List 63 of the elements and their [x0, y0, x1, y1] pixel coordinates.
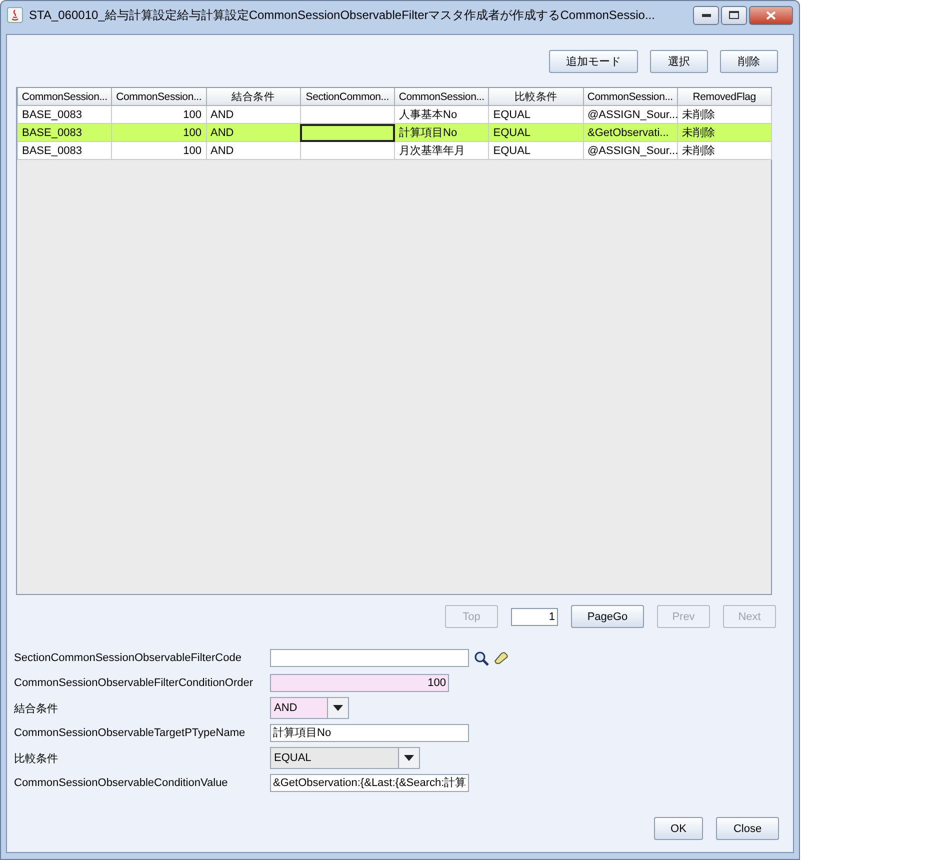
- minimize-button[interactable]: [693, 6, 719, 24]
- close-icon: [766, 10, 776, 20]
- table-cell: EQUAL: [488, 106, 583, 124]
- table-cell: 計算項目No: [394, 124, 489, 142]
- column-header[interactable]: SectionCommon...: [300, 88, 394, 106]
- maximize-icon: [729, 11, 739, 19]
- window-title: STA_060010_給与計算設定給与計算設定CommonSessionObservableFilterマスタ作成者が作成するCommonSessio...: [29, 6, 656, 24]
- table-cell: 未削除: [677, 124, 772, 142]
- maximize-button[interactable]: [721, 6, 747, 24]
- dropdown[interactable]: AND: [270, 697, 349, 719]
- toolbar-button[interactable]: 追加モード: [549, 50, 638, 73]
- table-cell: 人事基本No: [394, 106, 489, 124]
- table-row[interactable]: BASE_0083 100 AND 人事基本No EQUAL @ASSIGN_Sour... 未削除: [18, 106, 772, 124]
- field-label: CommonSessionObservableTargetPTypeName: [14, 727, 246, 739]
- toolbar-button[interactable]: 選択: [650, 50, 708, 73]
- table-cell: &GetObservati...: [583, 124, 678, 142]
- table-cell: 未削除: [677, 106, 772, 124]
- field-label: 結合条件: [14, 702, 59, 716]
- table-cell: AND: [206, 124, 300, 142]
- table-cell: 未削除: [677, 142, 772, 160]
- table-cell: AND: [206, 142, 300, 160]
- input-field[interactable]: &GetObservation:{&Last:{&Search:計算: [270, 774, 470, 792]
- dialog-button[interactable]: Close: [716, 817, 779, 840]
- table-row[interactable]: BASE_0083 100 AND 月次基準年月 EQUAL @ASSIGN_Sour... 未削除: [18, 142, 772, 160]
- field-label: CommonSessionObservableConditionValue: [14, 777, 229, 789]
- caret-icon: [404, 755, 414, 761]
- column-header[interactable]: CommonSession...: [394, 88, 489, 106]
- dialog-button[interactable]: OK: [654, 817, 703, 840]
- field-label: 比較条件: [14, 752, 59, 766]
- input-field[interactable]: 計算項目No: [270, 724, 469, 742]
- minimize-icon: [702, 14, 710, 16]
- table-cell: BASE_0083: [18, 124, 112, 142]
- table-cell: EQUAL: [488, 142, 583, 160]
- pager-button[interactable]: PageGo: [571, 605, 644, 628]
- caret-icon: [333, 705, 343, 711]
- table-cell: BASE_0083: [18, 106, 112, 124]
- table-row[interactable]: BASE_0083 100 AND 計算項目No EQUAL &GetObservati... 未削除: [18, 124, 772, 142]
- column-header[interactable]: 結合条件: [206, 88, 300, 106]
- field-label: CommonSessionObservableFilterConditionOrder: [14, 677, 254, 689]
- field-label: SectionCommonSessionObservableFilterCode: [14, 652, 242, 664]
- close-button[interactable]: [749, 6, 793, 24]
- eraser-icon[interactable]: [494, 652, 508, 664]
- table-cell: 100: [112, 106, 206, 124]
- table-cell: @ASSIGN_Sour...: [583, 142, 678, 160]
- page-field[interactable]: 1: [511, 608, 558, 626]
- table-cell: 100: [112, 124, 206, 142]
- dropdown[interactable]: EQUAL: [270, 747, 420, 769]
- table-cell: 月次基準年月: [394, 142, 489, 160]
- column-header[interactable]: 比較条件: [488, 88, 583, 106]
- table-cell: AND: [206, 106, 300, 124]
- column-header[interactable]: CommonSession...: [112, 88, 206, 106]
- toolbar-button[interactable]: 削除: [720, 50, 778, 73]
- table-cell: EQUAL: [488, 124, 583, 142]
- column-header[interactable]: CommonSession...: [583, 88, 678, 106]
- input-field[interactable]: [270, 649, 469, 667]
- column-header[interactable]: RemovedFlag: [677, 88, 772, 106]
- table-cell: @ASSIGN_Sour...: [583, 106, 678, 124]
- search-icon[interactable]: [474, 650, 489, 666]
- input-field[interactable]: 100: [270, 674, 449, 692]
- table-cell: BASE_0083: [18, 142, 112, 160]
- table-cell: 100: [112, 142, 206, 160]
- column-header[interactable]: CommonSession...: [18, 88, 112, 106]
- java-icon: [7, 7, 23, 23]
